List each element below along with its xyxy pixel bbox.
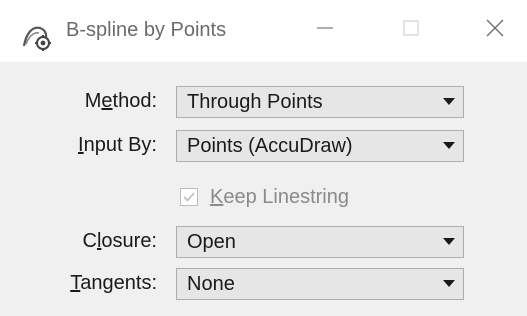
chevron-down-icon	[435, 87, 463, 117]
tangents-dropdown[interactable]: None	[176, 268, 464, 300]
title-bar[interactable]: B-spline by Points	[0, 0, 527, 62]
keep-linestring-checkbox[interactable]	[180, 188, 198, 206]
window-title: B-spline by Points	[66, 19, 227, 41]
input-by-label: Input By:	[78, 134, 157, 156]
keep-linestring-option[interactable]: Keep Linestring	[180, 183, 349, 211]
maximize-button[interactable]	[386, 8, 436, 52]
keep-linestring-label: Keep Linestring	[210, 186, 349, 208]
chevron-down-icon	[435, 269, 463, 299]
close-button[interactable]	[470, 8, 520, 52]
closure-dropdown[interactable]: Open	[176, 226, 464, 258]
minimize-icon	[315, 18, 335, 43]
method-dropdown[interactable]: Through Points	[176, 86, 464, 118]
tangents-value: None	[187, 273, 235, 295]
minimize-button[interactable]	[300, 8, 350, 52]
bspline-dialog: B-spline by Points Method: Through Point…	[0, 0, 527, 316]
tangents-label: Tangents:	[70, 272, 157, 294]
bspline-tool-icon	[20, 22, 54, 52]
chevron-down-icon	[435, 131, 463, 161]
tool-settings-panel: Method: Through Points Input By: Points …	[0, 62, 527, 316]
maximize-icon	[401, 18, 421, 43]
close-icon	[484, 17, 506, 44]
chevron-down-icon	[435, 227, 463, 257]
closure-label: Closure:	[82, 230, 158, 252]
method-value: Through Points	[187, 91, 323, 113]
closure-value: Open	[187, 231, 236, 253]
input-by-dropdown[interactable]: Points (AccuDraw)	[176, 130, 464, 162]
input-by-value: Points (AccuDraw)	[187, 135, 353, 157]
method-label: Method:	[84, 90, 157, 112]
